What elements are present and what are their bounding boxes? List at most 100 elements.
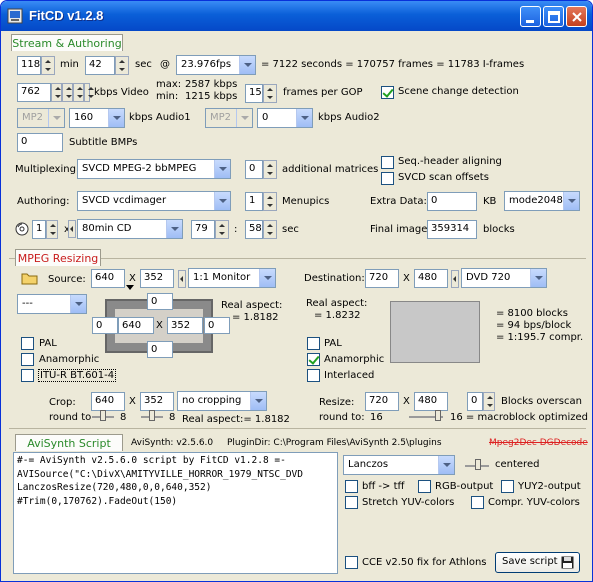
resize-filter-combo[interactable]: Lanczos [343,455,455,475]
discs-spinner[interactable] [46,220,58,239]
window-title: FitCD v1.2.8 [29,8,104,23]
video-spinner-a[interactable] [51,83,62,102]
discs-field[interactable]: 1 [32,220,46,239]
maximize-button[interactable] [543,6,564,27]
crop-top-arrow-icon[interactable] [126,285,134,290]
overscan-spinner[interactable] [483,392,495,411]
crop-left-field[interactable]: 0 [92,317,118,334]
subtitle-field[interactable]: 0 [17,133,63,152]
gop-field[interactable]: 15 [245,84,263,103]
source-button[interactable]: Source: [48,274,86,285]
cd-min-field[interactable]: 79 [191,220,215,239]
dst-width-field[interactable]: 720 [365,269,399,288]
itur-label: ITU-R BT.601-4 [38,369,117,382]
video-spinner-b[interactable] [62,83,73,102]
src-pal-checkbox[interactable] [21,337,34,350]
gop-spinner[interactable] [263,84,277,103]
src-anamorphic-checkbox[interactable] [21,353,34,366]
minimize-button[interactable] [520,6,541,27]
max-label: max: [156,79,182,90]
cd-sec-field[interactable]: 58 [245,220,263,239]
cd-sec-spinner[interactable] [263,220,277,239]
scene-change-label: Scene change detection [398,86,519,97]
round-slider-b[interactable] [141,409,163,421]
scan-offsets-checkbox[interactable] [381,172,394,185]
crop-top-field[interactable]: 0 [147,293,173,310]
title-bar[interactable]: FitCD v1.2.8 [1,1,592,31]
src-width-field[interactable]: 640 [91,269,125,288]
crop-bottom-field[interactable]: 0 [147,341,173,358]
script-editor[interactable]: #-= AviSynth v2.5.6.0 script by FitCD v1… [13,452,338,574]
bff-checkbox[interactable] [345,480,358,493]
authoring-combo[interactable]: SVCD vcdimager [77,191,231,211]
video-spinner-c[interactable] [73,83,84,102]
itur-checkbox[interactable] [21,369,34,382]
final-image-field: 359314 [427,220,477,239]
dst-anamorphic-checkbox[interactable] [307,353,320,366]
seq-header-checkbox[interactable] [381,156,394,169]
tab-stream-authoring[interactable]: Stream & Authoring [11,34,123,51]
min-label: min [60,59,79,70]
close-icon [572,12,582,22]
video-spinner-d[interactable] [84,83,94,102]
rgb-checkbox[interactable] [418,480,431,493]
runtime-sec-field[interactable]: 42 [85,56,115,75]
audio2-kbps-combo[interactable]: 0 [257,108,313,128]
macroblock-slider[interactable] [409,409,443,421]
menupics-spinner[interactable] [263,192,277,211]
tab-mpeg-resizing[interactable]: MPEG Resizing [15,249,101,266]
destination-label: Destination: [304,273,365,284]
video-kbps-field[interactable]: 762 [17,83,51,102]
resize-width-field[interactable]: 720 [365,392,399,411]
mode-combo[interactable]: mode2048 [504,191,580,211]
crop-right-field[interactable]: 0 [204,317,230,334]
runtime-sec-spinner[interactable] [115,56,129,75]
src-height-field[interactable]: 352 [140,269,174,288]
matrices-spinner[interactable] [263,160,277,179]
dvd-combo[interactable]: DVD 720 [461,268,547,288]
extra-data-field[interactable]: 0 [427,192,477,211]
chevron-down-icon [239,56,255,74]
cd-min-spinner[interactable] [215,220,229,239]
fps-combo[interactable]: 23.976fps [176,55,256,75]
close-button[interactable] [566,6,587,27]
monitor-combo[interactable]: 1:1 Monitor [188,268,276,288]
mux-combo[interactable]: SVCD MPEG-2 bbMPEG [77,159,231,179]
inner-height-field: 352 [167,317,203,334]
final-image-label: Final image: [370,224,431,235]
cd-size-combo[interactable]: 80min CD [77,219,183,239]
dvd-prev-arrow[interactable] [451,270,459,288]
cd-icon[interactable] [15,222,29,236]
runtime-min-field[interactable]: 118 [17,56,41,75]
crop-mode-combo[interactable]: no cropping [177,391,267,411]
dst-pal-checkbox[interactable] [307,337,320,350]
folder-open-icon[interactable] [21,271,39,285]
monitor-prev-arrow[interactable] [178,270,186,288]
cd-prev-arrow[interactable] [68,220,76,238]
overscan-field[interactable]: 0 [467,392,483,411]
matrices-field[interactable]: 0 [245,160,263,179]
yuy2-checkbox[interactable] [501,480,514,493]
sec-label: sec [135,59,152,70]
round-slider-a[interactable] [92,409,114,421]
menupics-field[interactable]: 1 [245,192,263,211]
save-script-label: Save script [502,556,558,567]
audio1-codec-combo[interactable]: MP2 [17,108,65,128]
preset-combo[interactable]: --- [17,294,87,314]
compr-yuv-label: Compr. YUV-colors [488,497,580,508]
interlaced-checkbox[interactable] [307,369,320,382]
audio2-codec-combo[interactable]: MP2 [205,108,253,128]
stretch-yuv-checkbox[interactable] [345,496,358,509]
round-label: round to [49,412,92,423]
tab-avisynth-script[interactable]: AviSynth Script [15,434,123,451]
runtime-min-spinner[interactable] [41,56,55,75]
decoder-label[interactable]: Mpeg2Dec DGDecode [489,438,588,448]
scene-change-checkbox[interactable] [381,86,394,99]
compr-yuv-checkbox[interactable] [471,496,484,509]
save-script-button[interactable]: Save script [495,552,580,573]
center-slider[interactable] [465,458,489,470]
audio1-kbps-combo[interactable]: 160 [69,108,125,128]
stat-bps: = 94 bps/block [496,320,572,331]
cce-fix-checkbox[interactable] [345,556,358,569]
dst-height-field[interactable]: 480 [414,269,448,288]
